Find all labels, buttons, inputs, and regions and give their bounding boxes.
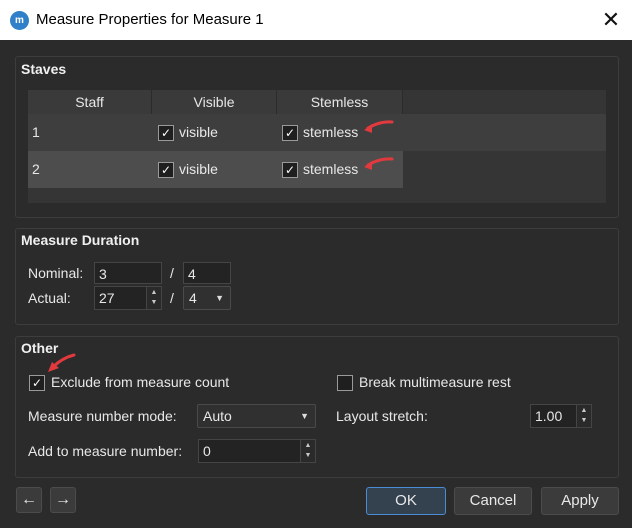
layout-stretch-spinbox[interactable]: 1.00 ▲ ▼	[530, 404, 592, 428]
measure-number-mode-label: Measure number mode:	[28, 408, 177, 424]
exclude-from-count-checkbox[interactable]: ✓	[29, 375, 45, 391]
staves-table: Staff Visible Stemless 1 ✓ visible ✓ ste…	[28, 90, 606, 203]
break-multimeasure-rest-checkbox[interactable]: ✓	[337, 375, 353, 391]
measure-number-mode-value: Auto	[203, 408, 232, 424]
ok-button[interactable]: OK	[366, 487, 446, 515]
spin-down-icon[interactable]: ▼	[577, 416, 591, 427]
window-title: Measure Properties for Measure 1	[36, 11, 264, 28]
break-multimeasure-rest-label: Break multimeasure rest	[359, 374, 511, 390]
staff-number: 1	[32, 124, 40, 140]
staves-heading: Staves	[21, 61, 67, 77]
visible-label: visible	[179, 161, 218, 177]
column-header-visible[interactable]: Visible	[152, 90, 277, 115]
staff-number: 2	[32, 161, 40, 177]
layout-stretch-label: Layout stretch:	[336, 408, 428, 424]
table-row[interactable]: 2 ✓ visible ✓ stemless	[28, 151, 403, 188]
musescore-app-icon: m	[10, 11, 29, 30]
cancel-button[interactable]: Cancel	[454, 487, 532, 515]
column-header-staff[interactable]: Staff	[28, 90, 152, 115]
add-to-measure-number-label: Add to measure number:	[28, 443, 183, 459]
stemless-label: stemless	[303, 124, 359, 140]
exclude-from-count-label: Exclude from measure count	[51, 374, 230, 390]
chevron-down-icon: ▼	[300, 411, 309, 421]
column-header-stemless[interactable]: Stemless	[277, 90, 403, 115]
previous-measure-button[interactable]: ←	[16, 487, 42, 513]
nominal-denominator-field: 4	[183, 262, 231, 284]
measure-number-mode-select[interactable]: Auto ▼	[197, 404, 316, 428]
add-to-measure-number-value: 0	[203, 443, 211, 459]
spin-down-icon[interactable]: ▼	[147, 298, 161, 309]
next-measure-button[interactable]: →	[50, 487, 76, 513]
actual-slash: /	[170, 290, 174, 306]
layout-stretch-value: 1.00	[535, 408, 563, 424]
spinbox-arrows[interactable]: ▲ ▼	[146, 287, 161, 309]
close-button[interactable]: ✕	[596, 6, 626, 34]
title-bar: m Measure Properties for Measure 1 ✕	[0, 0, 632, 40]
actual-denominator-value: 4	[189, 290, 197, 306]
table-row[interactable]: 1 ✓ visible ✓ stemless	[28, 114, 606, 151]
stemless-label: stemless	[303, 161, 359, 177]
visible-checkbox[interactable]: ✓	[158, 125, 174, 141]
red-annotation-arrow-icon	[364, 157, 394, 170]
actual-numerator-value: 27	[99, 290, 115, 306]
actual-label: Actual:	[28, 290, 71, 306]
stemless-checkbox[interactable]: ✓	[282, 162, 298, 178]
apply-button[interactable]: Apply	[541, 487, 619, 515]
nominal-slash: /	[170, 265, 174, 281]
add-to-measure-number-spinbox[interactable]: 0 ▲ ▼	[198, 439, 316, 463]
spinbox-arrows[interactable]: ▲ ▼	[300, 440, 315, 462]
actual-denominator-select[interactable]: 4 ▼	[183, 286, 231, 310]
stemless-checkbox[interactable]: ✓	[282, 125, 298, 141]
visible-label: visible	[179, 124, 218, 140]
chevron-down-icon: ▼	[215, 293, 224, 303]
measure-duration-heading: Measure Duration	[21, 232, 140, 248]
nominal-label: Nominal:	[28, 265, 84, 281]
red-annotation-arrow-icon	[364, 120, 394, 133]
visible-checkbox[interactable]: ✓	[158, 162, 174, 178]
spin-down-icon[interactable]: ▼	[301, 451, 315, 462]
actual-numerator-spinbox[interactable]: 27 ▲ ▼	[94, 286, 162, 310]
nominal-numerator-field: 3	[94, 262, 162, 284]
spinbox-arrows[interactable]: ▲ ▼	[576, 405, 591, 427]
